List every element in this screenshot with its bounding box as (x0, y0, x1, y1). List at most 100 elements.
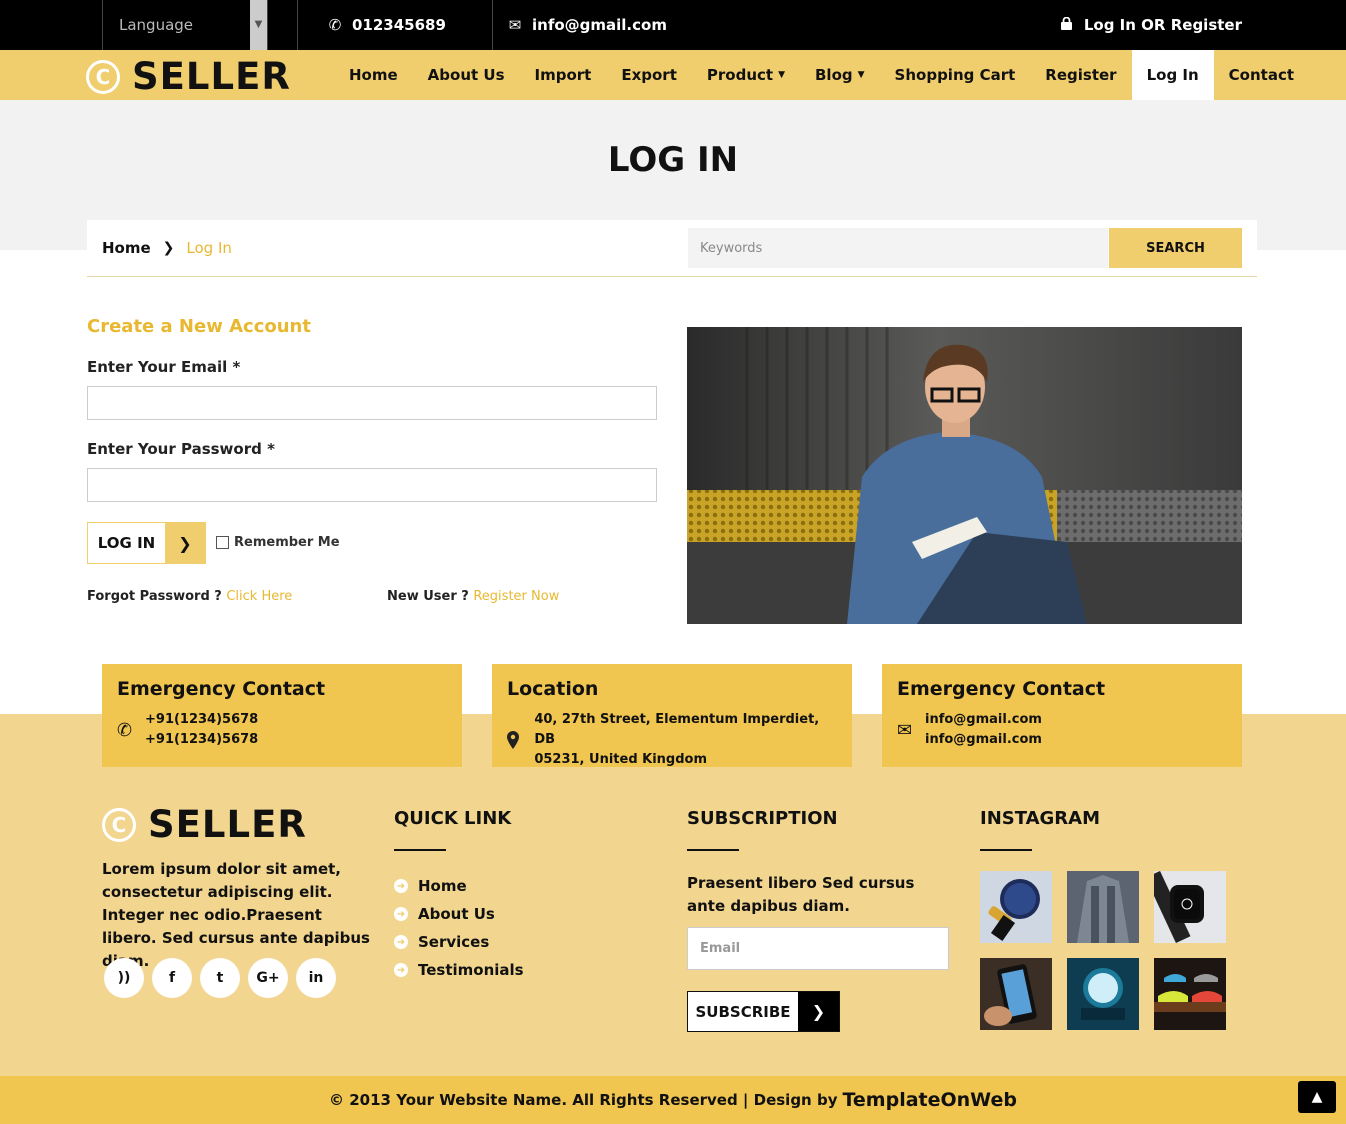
quick-link-label: Testimonials (418, 961, 524, 979)
email-label-text: Enter Your Email (87, 358, 228, 376)
language-select[interactable]: Language ▼ (102, 0, 268, 50)
nav-item-product[interactable]: Product ▼ (692, 50, 800, 100)
topbar-or-text: OR (1141, 16, 1166, 34)
arrow-right-icon: ➜ (394, 963, 408, 977)
arrow-right-icon: ➜ (394, 935, 408, 949)
email-label: Enter Your Email * (87, 358, 240, 376)
nav-item-import[interactable]: Import (520, 50, 607, 100)
quick-link-item[interactable]: ➜ Testimonials (394, 956, 524, 984)
register-now-link[interactable]: Register Now (473, 589, 559, 604)
new-user-text: New User ? (387, 589, 469, 604)
required-mark: * (232, 358, 241, 376)
search-button[interactable]: SEARCH (1109, 228, 1242, 268)
nav-item-shopping-cart[interactable]: Shopping Cart (880, 50, 1031, 100)
instagram-photo[interactable] (980, 871, 1052, 943)
nav-item-log-in-label: Log In (1146, 66, 1199, 84)
nav-item-product-label: Product (706, 66, 774, 84)
language-select-label: Language (119, 16, 194, 34)
google-plus-icon[interactable]: G+ (248, 958, 288, 998)
remember-me[interactable]: Remember Me (216, 535, 340, 550)
quick-link-heading: QUICK LINK (394, 808, 512, 829)
page-title: LOG IN (607, 140, 739, 180)
facebook-icon[interactable]: f (152, 958, 192, 998)
contact-card-line[interactable]: +91(1234)5678 (145, 730, 258, 750)
forgot-password-line: Forgot Password ? Click Here (87, 589, 292, 604)
quick-link-item[interactable]: ➜ About Us (394, 900, 524, 928)
instagram-photo[interactable] (1067, 958, 1139, 1030)
site-logo[interactable]: C SELLER (86, 55, 291, 98)
arrow-right-icon: ➜ (394, 907, 408, 921)
nav-item-contact-label: Contact (1228, 66, 1295, 84)
lock-icon (1058, 16, 1076, 34)
topbar-login-link[interactable]: Log In (1084, 16, 1136, 34)
envelope-icon: ✉ (508, 16, 522, 34)
quick-links: ➜ Home ➜ About Us ➜ Services ➜ Testimonials (394, 872, 524, 984)
topbar-register-link[interactable]: Register (1171, 16, 1242, 34)
contact-card-line[interactable]: +91(1234)5678 (145, 710, 258, 730)
remember-me-checkbox[interactable] (216, 536, 229, 549)
linkedin-icon[interactable]: in (296, 958, 336, 998)
topbar-email-address: info@gmail.com (532, 16, 667, 34)
topbar-phone[interactable]: ✆ 012345689 (297, 0, 493, 50)
contact-card-title: Location (507, 678, 599, 700)
breadcrumb: Home ❯ Log In (102, 239, 232, 257)
nav-menu: Home About Us Import Export Product ▼ Blo… (334, 50, 1309, 100)
rss-icon[interactable]: )) (104, 958, 144, 998)
subscription-email-placeholder: Email (700, 941, 741, 956)
nav-item-contact[interactable]: Contact (1214, 50, 1309, 100)
footer-logo[interactable]: C SELLER (102, 803, 307, 846)
nav-item-shopping-cart-label: Shopping Cart (894, 66, 1016, 84)
heading-divider (687, 849, 739, 851)
quick-link-item[interactable]: ➜ Services (394, 928, 524, 956)
contact-card-line[interactable]: info@gmail.com (925, 730, 1042, 750)
twitter-icon[interactable]: t (200, 958, 240, 998)
contact-card-phone: Emergency Contact ✆ +91(1234)5678 +91(12… (102, 664, 462, 767)
nav-item-register-label: Register (1045, 66, 1117, 84)
subscribe-button[interactable]: SUBSCRIBE ❯ (687, 991, 840, 1032)
nav-item-export[interactable]: Export (606, 50, 692, 100)
new-user-line: New User ? Register Now (387, 589, 559, 604)
nav-item-register[interactable]: Register (1030, 50, 1131, 100)
subscribe-button-label: SUBSCRIBE (695, 1002, 791, 1021)
instagram-photo[interactable] (1067, 871, 1139, 943)
arrow-right-icon: ➜ (394, 879, 408, 893)
chevron-right-icon: ❯ (165, 523, 205, 563)
required-mark: * (267, 440, 275, 458)
forgot-password-link[interactable]: Click Here (226, 589, 292, 604)
quick-link-item[interactable]: ➜ Home (394, 872, 524, 900)
contact-card-title: Emergency Contact (897, 678, 1106, 700)
chevron-right-icon: ❯ (162, 240, 175, 256)
topbar-email[interactable]: ✉ info@gmail.com (506, 0, 667, 50)
email-field[interactable] (87, 386, 657, 420)
subscription-email-input[interactable]: Email (687, 927, 949, 970)
search-input-placeholder: Keywords (700, 240, 763, 256)
quick-link-label: Services (418, 933, 490, 951)
phone-icon: ✆ (117, 719, 133, 741)
instagram-photo[interactable] (1154, 958, 1226, 1030)
quick-link-label: About Us (418, 905, 495, 923)
instagram-photo[interactable] (980, 958, 1052, 1030)
login-button-label: LOG IN (97, 534, 156, 552)
footer-logo-text: SELLER (148, 803, 307, 846)
login-button[interactable]: LOG IN ❯ (87, 522, 206, 564)
search-input[interactable]: Keywords (688, 228, 1108, 268)
nav-item-blog-label: Blog (815, 66, 853, 84)
nav-item-home[interactable]: Home (334, 50, 413, 100)
contact-card-line: 05231, United Kingdom (534, 752, 708, 767)
copyright-logo-icon: C (102, 807, 136, 842)
copyright-bar: © 2013 Your Website Name. All Rights Res… (0, 1076, 1346, 1124)
designer-link[interactable]: TemplateOnWeb (842, 1089, 1016, 1111)
nav-item-log-in[interactable]: Log In (1131, 50, 1214, 100)
logo-text: SELLER (132, 55, 291, 98)
contact-card-location: Location 40, 27th Street, Elementum Impe… (492, 664, 852, 767)
caret-down-icon: ▼ (778, 70, 785, 80)
nav-item-blog[interactable]: Blog ▼ (800, 50, 880, 100)
password-field[interactable] (87, 468, 657, 502)
nav-item-about-us[interactable]: About Us (413, 50, 520, 100)
instagram-photo[interactable] (1154, 871, 1226, 943)
breadcrumb-home[interactable]: Home (102, 239, 151, 257)
chevron-down-icon[interactable]: ▼ (250, 0, 267, 50)
subscription-text: Praesent libero Sed cursus ante dapibus … (687, 874, 915, 915)
scroll-to-top-button[interactable]: ▲ (1298, 1081, 1336, 1113)
contact-card-line[interactable]: info@gmail.com (925, 710, 1042, 730)
